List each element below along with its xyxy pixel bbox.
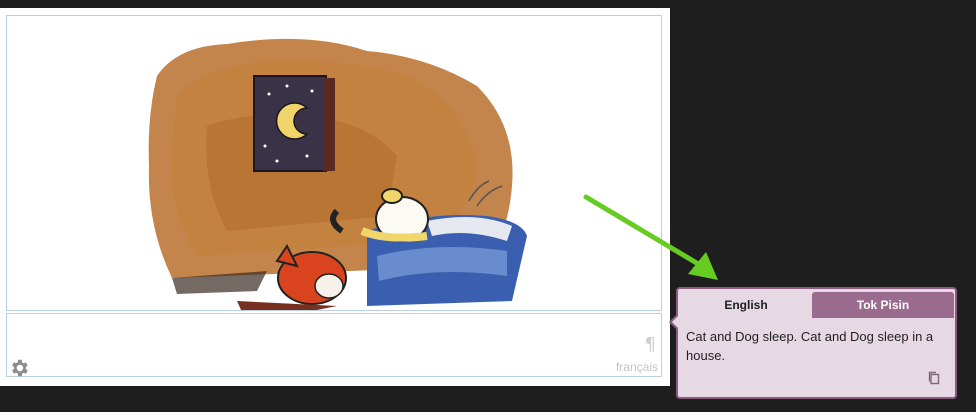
tab-tok-pisin[interactable]: Tok Pisin [812,292,954,318]
copy-icon[interactable] [927,371,941,385]
tab-english[interactable]: English [682,292,810,318]
translation-bubble: English Tok Pisin Cat and Dog sleep. Cat… [669,287,957,399]
language-tabs: English Tok Pisin [682,292,954,318]
translation-text: Cat and Dog sleep. Cat and Dog sleep in … [686,329,934,363]
